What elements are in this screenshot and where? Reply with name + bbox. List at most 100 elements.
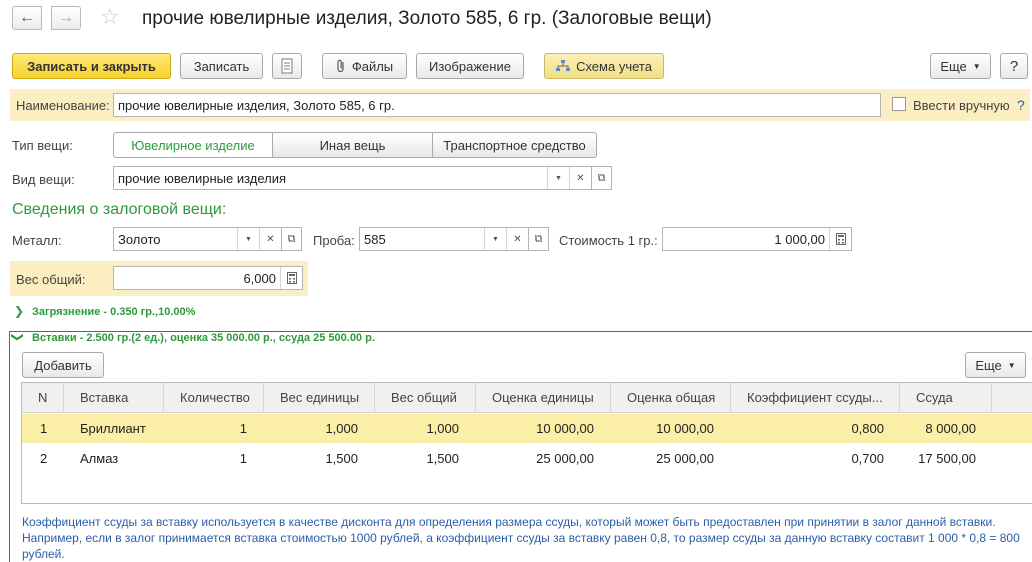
help-button[interactable]: ? bbox=[1000, 53, 1028, 79]
dropdown-arrow-icon: ▼ bbox=[555, 174, 562, 182]
calculator-icon bbox=[286, 272, 297, 284]
type-option-vehicle-label: Транспортное средство bbox=[443, 137, 586, 153]
inserts-group-title[interactable]: Вставки - 2.500 гр.(2 ед.), оценка 35 00… bbox=[32, 332, 375, 344]
kind-label: Вид вещи: bbox=[12, 172, 75, 187]
column-header-loan[interactable]: Ссуда bbox=[900, 383, 992, 413]
star-icon[interactable]: ☆ bbox=[100, 5, 120, 29]
files-label: Файлы bbox=[351, 58, 394, 74]
column-header-total-estimate[interactable]: Оценка общая bbox=[611, 383, 731, 413]
metal-open-button[interactable]: ⧉ bbox=[282, 227, 302, 251]
weight-input[interactable]: 6,000 bbox=[113, 266, 303, 290]
cost-input[interactable]: 1 000,00 bbox=[662, 227, 852, 251]
type-option-other-label: Иная вещь bbox=[319, 137, 386, 153]
calculator-icon bbox=[835, 233, 846, 245]
probe-label: Проба: bbox=[313, 233, 355, 248]
column-header-unit-estimate[interactable]: Оценка единицы bbox=[476, 383, 611, 413]
cell-quantity: 1 bbox=[239, 451, 247, 466]
type-option-other[interactable]: Иная вещь bbox=[272, 132, 433, 158]
files-button[interactable]: Файлы bbox=[322, 53, 407, 79]
open-window-icon: ⧉ bbox=[287, 232, 296, 245]
pollution-group-title[interactable]: Загрязнение - 0.350 гр.,10.00% bbox=[32, 306, 195, 318]
type-option-jewelry[interactable]: Ювелирное изделие bbox=[113, 132, 273, 158]
column-header-loan-coefficient[interactable]: Коэффициент ссуды... bbox=[731, 383, 900, 413]
dropdown-arrow-icon: ▼ bbox=[492, 235, 499, 243]
more-button[interactable]: Еще ▼ bbox=[930, 53, 991, 79]
save-button[interactable]: Записать bbox=[180, 53, 263, 79]
name-label: Наименование: bbox=[16, 98, 110, 113]
forward-button[interactable]: → bbox=[51, 6, 81, 30]
image-button[interactable]: Изображение bbox=[416, 53, 524, 79]
kind-value: прочие ювелирные изделия bbox=[118, 170, 287, 186]
inserts-table[interactable]: N Вставка Количество Вес единицы Вес общ… bbox=[21, 382, 1032, 504]
cell-insert: Бриллиант bbox=[80, 421, 146, 436]
name-value: прочие ювелирные изделия, Золото 585, 6 … bbox=[118, 97, 395, 113]
weight-calculator-button[interactable] bbox=[280, 267, 302, 289]
cell-insert: Алмаз bbox=[80, 451, 119, 466]
help-link[interactable]: ? bbox=[1017, 97, 1025, 113]
column-header-total-weight[interactable]: Вес общий bbox=[375, 383, 476, 413]
paperclip-icon bbox=[337, 59, 344, 73]
table-row[interactable]: 2 Алмаз 1 1,500 1,500 25 000,00 25 000,0… bbox=[22, 444, 1032, 473]
column-header-n[interactable]: N bbox=[22, 383, 64, 413]
column-header-unit-weight[interactable]: Вес единицы bbox=[264, 383, 375, 413]
probe-value: 585 bbox=[364, 231, 386, 247]
cell-loan: 8 000,00 bbox=[925, 421, 976, 436]
metal-input[interactable]: Золото ▼ ✕ bbox=[113, 227, 282, 251]
kind-open-button[interactable]: ⧉ bbox=[592, 166, 612, 190]
cost-value: 1 000,00 bbox=[774, 231, 825, 247]
type-label: Тип вещи: bbox=[12, 138, 73, 153]
cell-loan-coefficient: 0,700 bbox=[851, 451, 884, 466]
report-button[interactable] bbox=[272, 53, 302, 79]
table-header: N Вставка Количество Вес единицы Вес общ… bbox=[22, 383, 1032, 413]
metal-clear-button[interactable]: ✕ bbox=[259, 228, 281, 250]
close-icon: ✕ bbox=[576, 172, 585, 184]
probe-open-button[interactable]: ⧉ bbox=[529, 227, 549, 251]
column-header-insert[interactable]: Вставка bbox=[64, 383, 164, 413]
metal-label: Металл: bbox=[12, 233, 62, 248]
accounting-scheme-button[interactable]: Схема учета bbox=[544, 53, 664, 79]
open-window-icon: ⧉ bbox=[534, 232, 543, 245]
manual-input-checkbox[interactable] bbox=[892, 97, 906, 111]
column-header-quantity[interactable]: Количество bbox=[164, 383, 264, 413]
open-window-icon: ⧉ bbox=[597, 171, 606, 184]
kind-clear-button[interactable]: ✕ bbox=[569, 167, 591, 189]
table-row[interactable]: 1 Бриллиант 1 1,000 1,000 10 000,00 10 0… bbox=[22, 414, 1032, 443]
cell-loan: 17 500,00 bbox=[918, 451, 976, 466]
type-option-vehicle[interactable]: Транспортное средство bbox=[432, 132, 597, 158]
cost-calculator-button[interactable] bbox=[829, 228, 851, 250]
cell-n: 2 bbox=[40, 451, 48, 466]
cell-total-weight: 1,000 bbox=[426, 421, 459, 436]
cell-total-weight: 1,500 bbox=[426, 451, 459, 466]
probe-dropdown-button[interactable]: ▼ bbox=[484, 228, 506, 250]
kind-dropdown-button[interactable]: ▼ bbox=[547, 167, 569, 189]
save-and-close-label: Записать и закрыть bbox=[27, 58, 156, 74]
cost-label: Стоимость 1 гр.: bbox=[559, 233, 658, 248]
add-insert-button[interactable]: Добавить bbox=[22, 352, 104, 378]
window-title: прочие ювелирные изделия, Золото 585, 6 … bbox=[142, 8, 712, 29]
kind-input[interactable]: прочие ювелирные изделия ▼ ✕ bbox=[113, 166, 592, 190]
dropdown-arrow-icon: ▼ bbox=[1007, 360, 1016, 370]
inserts-more-button[interactable]: Еще ▼ bbox=[965, 352, 1026, 378]
chevron-down-icon[interactable]: ❯ bbox=[11, 332, 25, 342]
cell-unit-weight: 1,000 bbox=[325, 421, 358, 436]
cell-unit-estimate: 10 000,00 bbox=[536, 421, 594, 436]
name-input[interactable]: прочие ювелирные изделия, Золото 585, 6 … bbox=[113, 93, 881, 117]
probe-input[interactable]: 585 ▼ ✕ bbox=[359, 227, 529, 251]
inserts-more-label: Еще bbox=[975, 357, 1002, 373]
close-icon: ✕ bbox=[513, 233, 522, 245]
save-label: Записать bbox=[193, 58, 250, 74]
dropdown-arrow-icon: ▼ bbox=[245, 235, 252, 243]
weight-value: 6,000 bbox=[243, 270, 276, 286]
image-label: Изображение bbox=[429, 58, 511, 74]
hierarchy-icon bbox=[556, 60, 571, 71]
chevron-right-icon[interactable]: ❯ bbox=[14, 304, 24, 318]
save-and-close-button[interactable]: Записать и закрыть bbox=[12, 53, 171, 79]
back-button[interactable]: ← bbox=[12, 6, 42, 30]
question-icon: ? bbox=[1009, 57, 1019, 75]
close-icon: ✕ bbox=[266, 233, 275, 245]
probe-clear-button[interactable]: ✕ bbox=[506, 228, 528, 250]
accounting-scheme-label: Схема учета bbox=[576, 58, 652, 74]
more-label: Еще bbox=[940, 58, 967, 74]
metal-dropdown-button[interactable]: ▼ bbox=[237, 228, 259, 250]
type-option-jewelry-label: Ювелирное изделие bbox=[131, 137, 255, 153]
